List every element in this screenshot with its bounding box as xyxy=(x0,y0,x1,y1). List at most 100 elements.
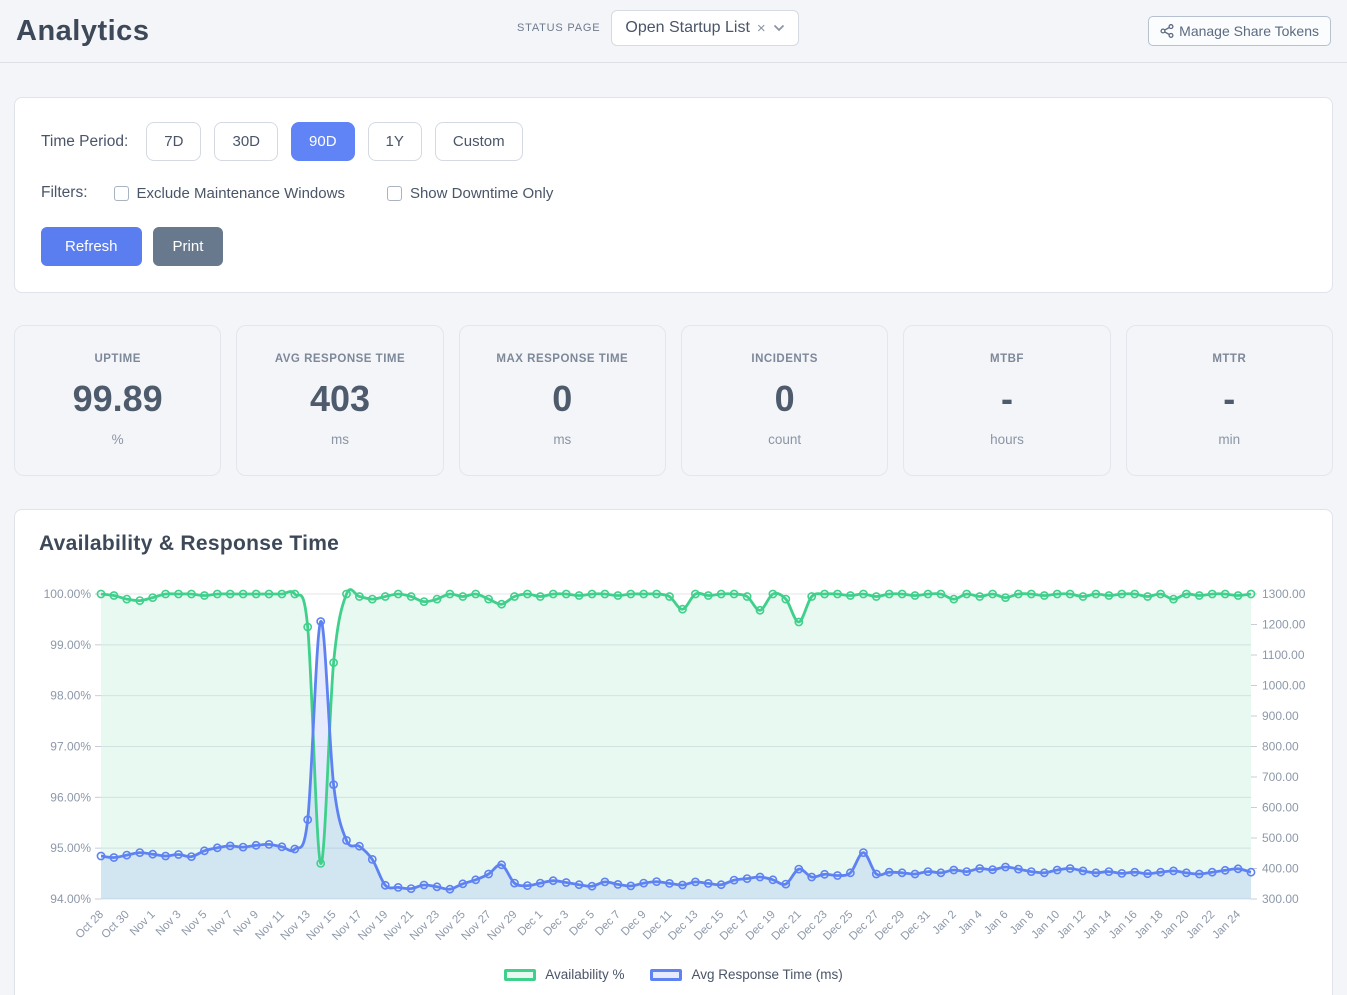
time-period-label: Time Period: xyxy=(41,133,128,151)
stat-value: 403 xyxy=(243,378,436,420)
stat-value: 99.89 xyxy=(21,378,214,420)
svg-text:Dec 7: Dec 7 xyxy=(593,909,623,939)
svg-text:Dec 31: Dec 31 xyxy=(899,909,933,943)
svg-text:1200.00: 1200.00 xyxy=(1262,618,1306,632)
stat-label: INCIDENTS xyxy=(688,353,881,365)
share-icon xyxy=(1160,24,1174,38)
chart-wrap: 100.00% 99.00% 98.00% 97.00% 96.00% 95.00% 94.… xyxy=(39,570,1308,963)
period-button-30d[interactable]: 30D xyxy=(214,122,278,161)
period-button-custom[interactable]: Custom xyxy=(435,122,523,161)
svg-text:Dec 1: Dec 1 xyxy=(516,909,546,939)
svg-text:1000.00: 1000.00 xyxy=(1262,679,1306,693)
svg-text:Jan 20: Jan 20 xyxy=(1159,909,1192,942)
stat-card-incidents: INCIDENTS 0 count xyxy=(681,325,888,476)
svg-text:Nov 3: Nov 3 xyxy=(154,909,184,939)
status-page-selected-value: Open Startup List xyxy=(625,19,750,37)
svg-text:Jan 22: Jan 22 xyxy=(1184,909,1217,942)
svg-text:97.00%: 97.00% xyxy=(50,740,91,754)
legend-item-availability: Availability % xyxy=(504,967,624,982)
stat-value: 0 xyxy=(688,378,881,420)
svg-text:1300.00: 1300.00 xyxy=(1262,587,1306,601)
svg-text:600.00: 600.00 xyxy=(1262,801,1299,815)
stats-row: UPTIME 99.89 % AVG RESPONSE TIME 403 ms … xyxy=(14,325,1333,476)
svg-text:400.00: 400.00 xyxy=(1262,862,1299,876)
svg-text:Jan 10: Jan 10 xyxy=(1029,909,1062,942)
page-title: Analytics xyxy=(16,15,149,48)
stat-value: - xyxy=(1133,378,1326,420)
stat-unit: min xyxy=(1133,432,1326,447)
show-downtime-label: Show Downtime Only xyxy=(410,185,553,202)
stat-card-avg-response: AVG RESPONSE TIME 403 ms xyxy=(236,325,443,476)
svg-text:Jan 24: Jan 24 xyxy=(1210,908,1243,941)
stat-card-mttr: MTTR - min xyxy=(1126,325,1333,476)
svg-text:800.00: 800.00 xyxy=(1262,740,1299,754)
svg-text:Oct 30: Oct 30 xyxy=(100,909,132,941)
filters-row: Filters: Exclude Maintenance Windows Sho… xyxy=(41,184,1306,202)
manage-share-tokens-button[interactable]: Manage Share Tokens xyxy=(1148,16,1331,46)
svg-text:100.00%: 100.00% xyxy=(44,587,92,601)
status-page-label: STATUS PAGE xyxy=(517,22,600,34)
stat-unit: % xyxy=(21,432,214,447)
filters-label: Filters: xyxy=(41,184,88,202)
clear-selection-icon[interactable]: × xyxy=(757,21,766,36)
refresh-button[interactable]: Refresh xyxy=(41,227,142,266)
svg-text:95.00%: 95.00% xyxy=(50,841,91,855)
svg-text:Oct 28: Oct 28 xyxy=(74,909,106,941)
availability-response-chart: 100.00% 99.00% 98.00% 97.00% 96.00% 95.00% 94.… xyxy=(39,570,1306,958)
svg-text:Nov 5: Nov 5 xyxy=(180,909,210,939)
show-downtime-checkbox[interactable] xyxy=(387,186,402,201)
time-period-row: Time Period: 7D 30D 90D 1Y Custom xyxy=(41,122,1306,161)
svg-text:Jan 6: Jan 6 xyxy=(982,909,1010,937)
filter-panel: Time Period: 7D 30D 90D 1Y Custom Filter… xyxy=(14,97,1333,293)
stat-unit: hours xyxy=(910,432,1103,447)
period-button-1y[interactable]: 1Y xyxy=(368,122,422,161)
svg-text:Nov 7: Nov 7 xyxy=(206,909,236,939)
stat-card-uptime: UPTIME 99.89 % xyxy=(14,325,221,476)
svg-text:500.00: 500.00 xyxy=(1262,831,1299,845)
show-downtime-checkbox-item[interactable]: Show Downtime Only xyxy=(387,185,553,202)
exclude-maintenance-checkbox-item[interactable]: Exclude Maintenance Windows xyxy=(114,185,345,202)
svg-text:Jan 12: Jan 12 xyxy=(1055,909,1088,942)
stat-unit: ms xyxy=(243,432,436,447)
period-button-7d[interactable]: 7D xyxy=(146,122,201,161)
exclude-maintenance-label: Exclude Maintenance Windows xyxy=(137,185,345,202)
chart-legend: Availability % Avg Response Time (ms) xyxy=(39,967,1308,982)
stat-label: UPTIME xyxy=(21,353,214,365)
svg-text:900.00: 900.00 xyxy=(1262,709,1299,723)
svg-text:Jan 4: Jan 4 xyxy=(956,908,985,937)
legend-item-response-time: Avg Response Time (ms) xyxy=(650,967,842,982)
status-page-select[interactable]: Open Startup List × xyxy=(611,10,798,46)
chart-panel: Availability & Response Time 100.00% 99.0… xyxy=(14,509,1333,995)
svg-text:98.00%: 98.00% xyxy=(50,689,91,703)
stat-card-max-response: MAX RESPONSE TIME 0 ms xyxy=(459,325,666,476)
availability-swatch xyxy=(504,969,536,981)
stat-unit: count xyxy=(688,432,881,447)
stat-card-mtbf: MTBF - hours xyxy=(903,325,1110,476)
response-time-swatch xyxy=(650,969,682,981)
svg-text:Nov 29: Nov 29 xyxy=(485,909,519,943)
exclude-maintenance-checkbox[interactable] xyxy=(114,186,129,201)
period-button-90d[interactable]: 90D xyxy=(291,122,355,161)
x-axis-labels: Oct 28Oct 30Nov 1Nov 3Nov 5Nov 7Nov 9Nov… xyxy=(74,908,1244,943)
status-page-selector-group: STATUS PAGE Open Startup List × xyxy=(517,8,799,48)
stat-value: 0 xyxy=(466,378,659,420)
actions-row: Refresh Print xyxy=(41,227,1306,266)
stat-label: MTTR xyxy=(1133,353,1326,365)
svg-text:Jan 16: Jan 16 xyxy=(1107,909,1140,942)
header: Analytics STATUS PAGE Open Startup List … xyxy=(0,0,1347,63)
svg-text:Jan 2: Jan 2 xyxy=(931,909,959,937)
stat-label: MAX RESPONSE TIME xyxy=(466,353,659,365)
legend-label: Avg Response Time (ms) xyxy=(691,967,842,982)
svg-text:99.00%: 99.00% xyxy=(50,638,91,652)
stat-label: AVG RESPONSE TIME xyxy=(243,353,436,365)
print-button[interactable]: Print xyxy=(153,227,224,266)
svg-text:94.00%: 94.00% xyxy=(50,892,91,906)
svg-text:1100.00: 1100.00 xyxy=(1262,648,1305,662)
chart-title: Availability & Response Time xyxy=(39,532,1308,556)
svg-text:Jan 18: Jan 18 xyxy=(1133,909,1166,942)
svg-text:96.00%: 96.00% xyxy=(50,790,91,804)
stat-unit: ms xyxy=(466,432,659,447)
svg-text:Nov 1: Nov 1 xyxy=(128,909,158,939)
stat-value: - xyxy=(910,378,1103,420)
svg-text:300.00: 300.00 xyxy=(1262,892,1299,906)
